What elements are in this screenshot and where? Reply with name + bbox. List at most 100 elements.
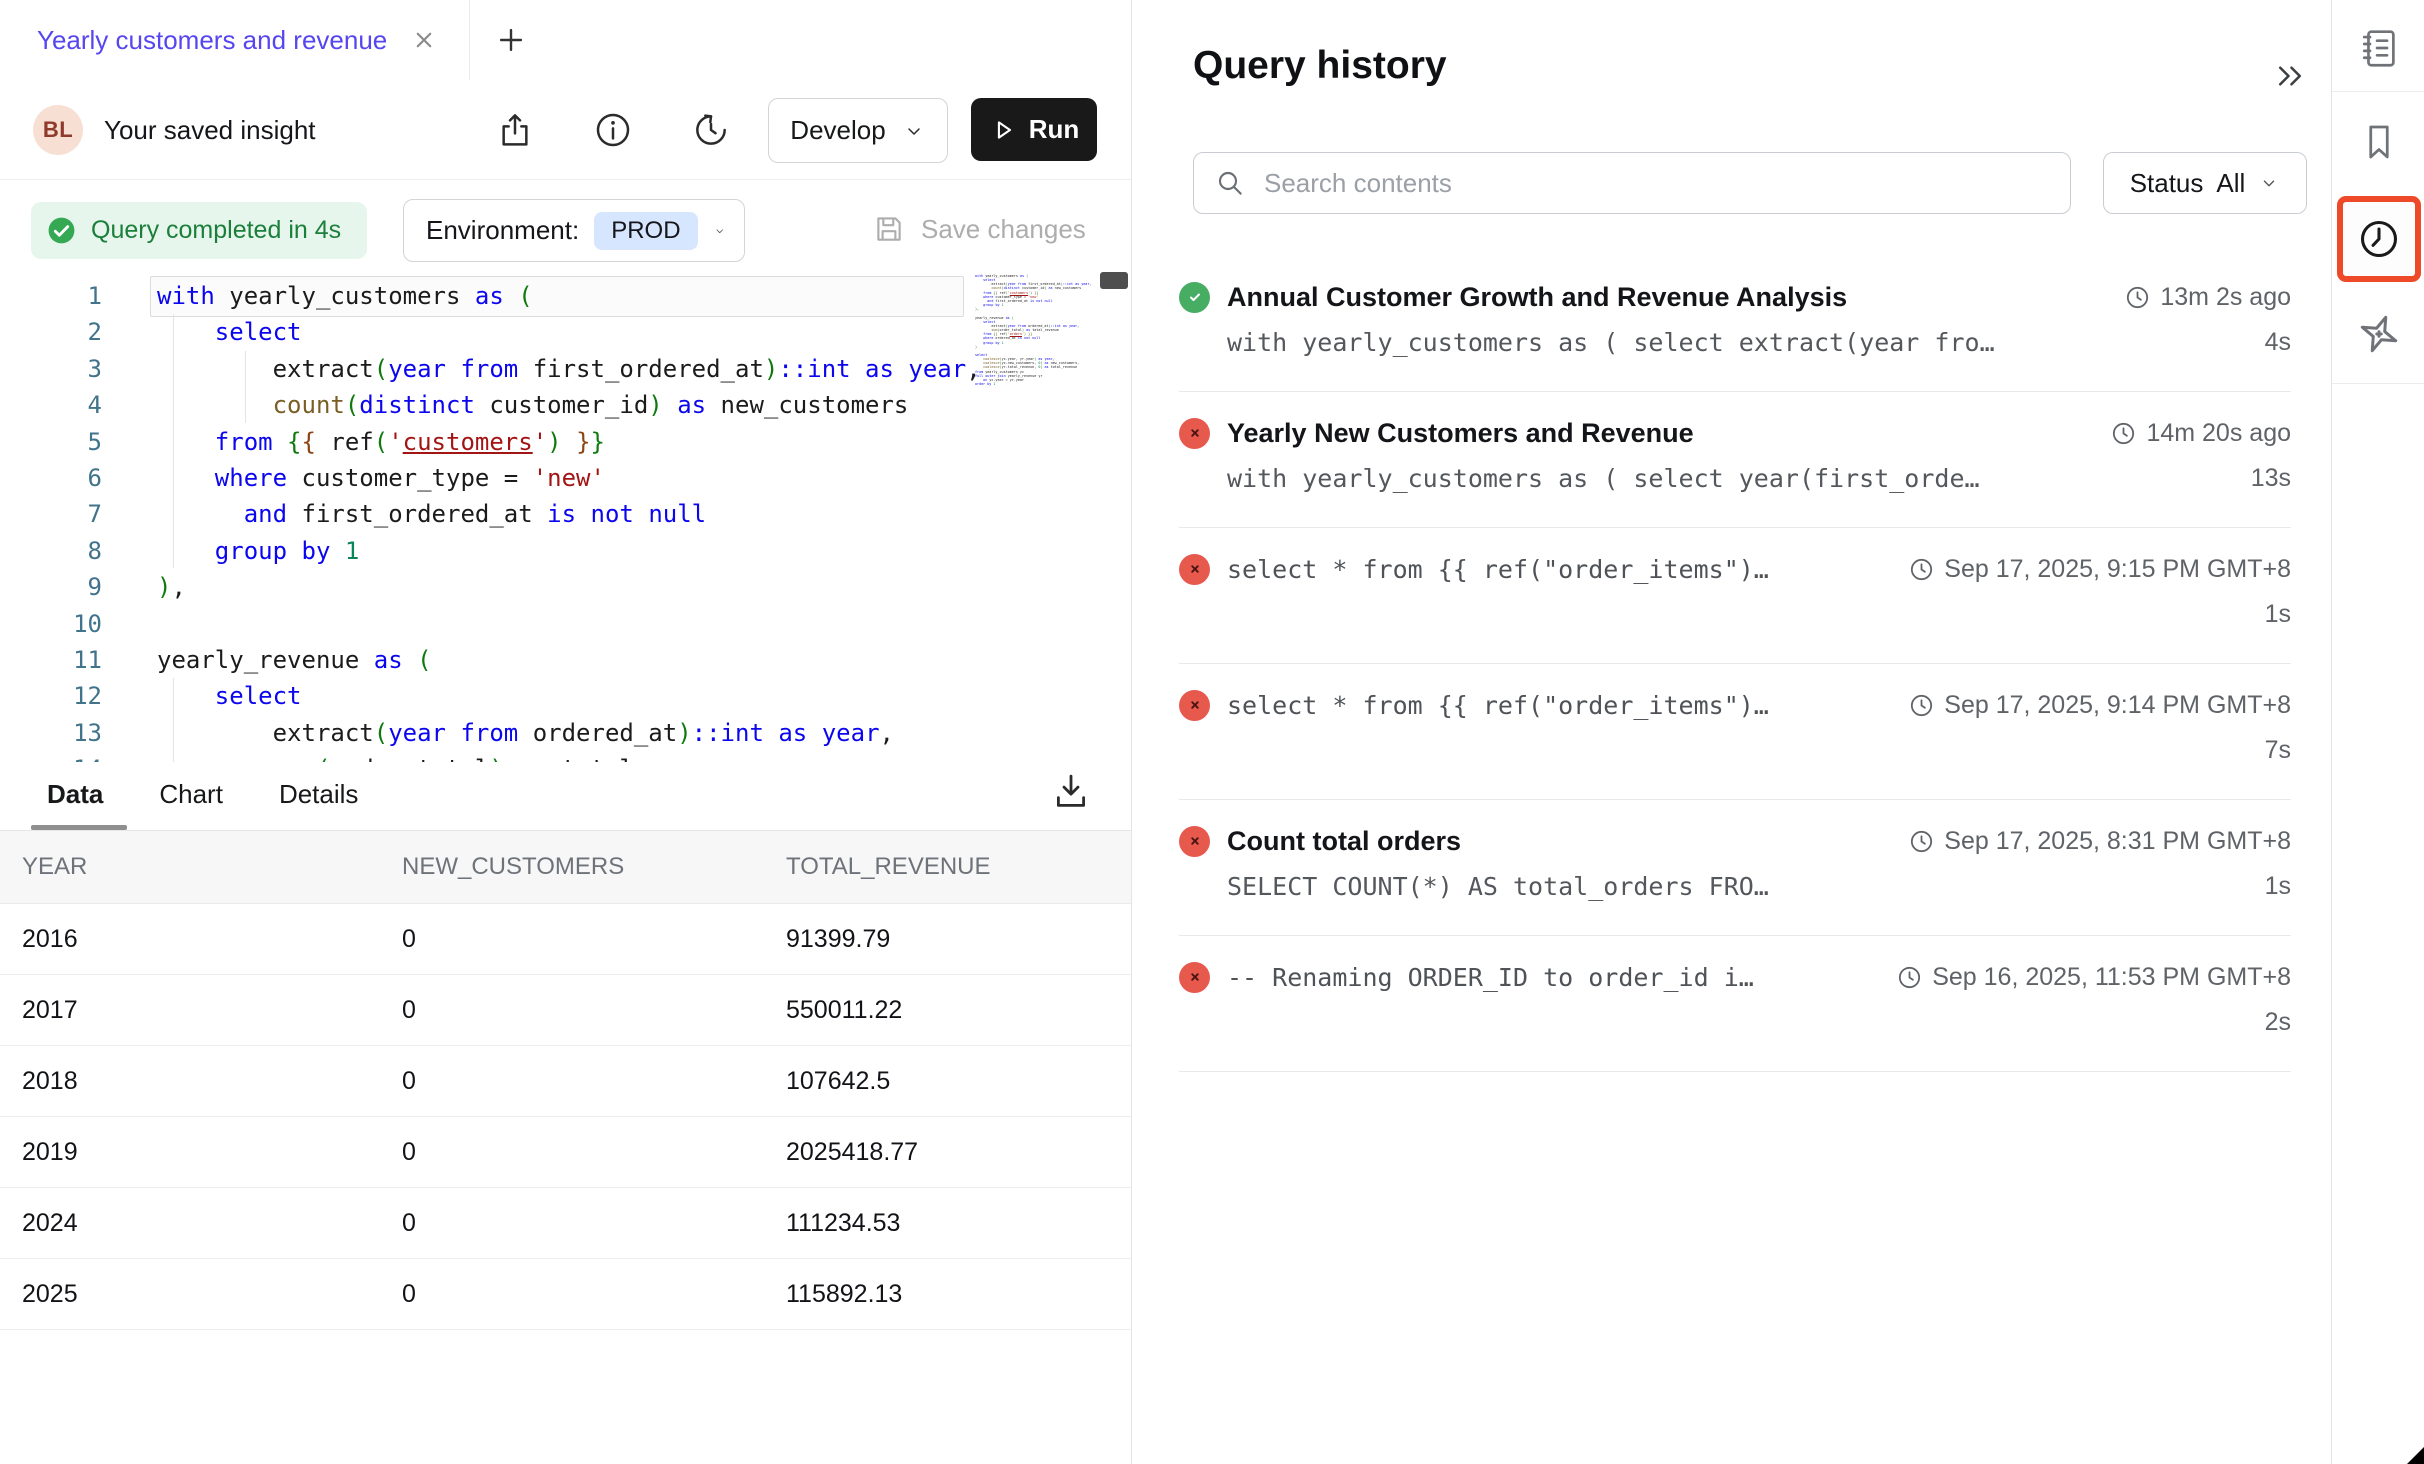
status-filter-button[interactable]: Status All [2103, 152, 2307, 214]
query-history-item[interactable]: Annual Customer Growth and Revenue Analy… [1179, 256, 2291, 392]
history-clock-icon [2356, 216, 2402, 262]
line-number: 6 [30, 460, 102, 496]
rail-divider [2332, 91, 2424, 92]
search-input[interactable] [1262, 153, 2056, 213]
tab-bar: Yearly customers and revenue [0, 0, 1131, 82]
code-line: and first_ordered_at is not null [157, 496, 981, 532]
chevron-down-icon [713, 219, 726, 243]
table-cell: 2017 [22, 996, 402, 1025]
query-title: select * from {{ ref("order_items")… [1227, 555, 1769, 584]
query-history-item[interactable]: select * from {{ ref("order_items")…Sep … [1179, 528, 2291, 664]
insight-header: BL Your saved insight Develop Run [0, 81, 1131, 180]
clock-icon [2110, 420, 2137, 447]
error-status-icon [1179, 826, 1210, 857]
editor-scrollbar[interactable] [1100, 272, 1128, 289]
table-row[interactable]: 20170550011.22 [0, 975, 1131, 1046]
tab-title: Yearly customers and revenue [37, 25, 387, 56]
query-history-list: Annual Customer Growth and Revenue Analy… [1179, 256, 2291, 1072]
line-number: 7 [30, 496, 102, 532]
clock-icon [1896, 964, 1923, 991]
line-number: 2 [30, 314, 102, 350]
line-number: 5 [30, 424, 102, 460]
clock-icon [1908, 556, 1935, 583]
editor-code[interactable]: with yearly_customers as ( select extrac… [157, 278, 981, 762]
status-filter-value: All [2216, 168, 2245, 199]
clock-icon [2124, 284, 2151, 311]
line-number: 9 [30, 569, 102, 605]
environment-value-pill: PROD [594, 212, 697, 250]
code-line: where customer_type = 'new' [157, 460, 981, 496]
info-button[interactable] [590, 107, 636, 153]
close-tab-icon[interactable] [409, 25, 439, 55]
table-row[interactable]: 2016091399.79 [0, 904, 1131, 975]
line-number: 11 [30, 642, 102, 678]
code-line: select [157, 678, 981, 714]
minimap[interactable]: with yearly_customers as ( select extrac… [975, 274, 1097, 386]
save-icon [872, 212, 906, 246]
query-timestamp: Sep 17, 2025, 9:14 PM GMT+8 [1888, 691, 2291, 720]
query-history-item[interactable]: select * from {{ ref("order_items")…Sep … [1179, 664, 2291, 800]
table-cell: 2016 [22, 925, 402, 954]
run-label: Run [1029, 114, 1080, 145]
rail-button-query-history[interactable] [2337, 196, 2421, 282]
table-cell: 2025418.77 [786, 1138, 1131, 1167]
share-button[interactable] [492, 107, 538, 153]
download-button[interactable] [1050, 770, 1096, 816]
table-row[interactable]: 20180107642.5 [0, 1046, 1131, 1117]
resize-corner [2407, 1447, 2424, 1464]
query-history-item[interactable]: Yearly New Customers and Revenue14m 20s … [1179, 392, 2291, 528]
collapse-panel-icon[interactable] [2272, 58, 2312, 98]
table-cell: 0 [402, 1209, 786, 1238]
success-status-icon [1179, 282, 1210, 313]
avatar[interactable]: BL [33, 105, 83, 155]
bookmark-icon [2357, 120, 2401, 164]
chevron-down-icon [2258, 172, 2280, 194]
sql-editor[interactable]: 1234567891011121314151617181920212223242… [0, 270, 1131, 762]
table-cell: 0 [402, 1067, 786, 1096]
code-line: extract(year from ordered_at)::int as ye… [157, 715, 981, 751]
new-tab-button[interactable] [494, 23, 528, 57]
environment-selector[interactable]: Environment: PROD [403, 199, 745, 262]
editor-gutter: 1234567891011121314151617181920212223242… [30, 278, 102, 762]
run-button[interactable]: Run [971, 98, 1097, 161]
query-timestamp: 13m 2s ago [2104, 283, 2291, 312]
query-history-item[interactable]: -- Renaming ORDER_ID to order_id i…Sep 1… [1179, 936, 2291, 1072]
table-row[interactable]: 201902025418.77 [0, 1117, 1131, 1188]
develop-button[interactable]: Develop [768, 98, 948, 163]
rail-button-bookmarks[interactable] [2355, 118, 2403, 166]
column-header-total-revenue: TOTAL_REVENUE [786, 853, 1131, 881]
tab-details[interactable]: Details [279, 779, 358, 810]
clock-icon [1908, 828, 1935, 855]
compass-star-icon [2355, 310, 2403, 358]
table-cell: 107642.5 [786, 1067, 1131, 1096]
side-rail [2331, 0, 2424, 1464]
insight-title: Your saved insight [104, 115, 316, 146]
tab-yearly-customers[interactable]: Yearly customers and revenue [37, 0, 439, 80]
table-cell: 550011.22 [786, 996, 1131, 1025]
search-box [1193, 152, 2071, 214]
table-cell: 115892.13 [786, 1280, 1131, 1309]
table-row[interactable]: 20250115892.13 [0, 1259, 1131, 1330]
save-changes-button[interactable]: Save changes [872, 212, 1086, 246]
environment-label: Environment: [426, 215, 579, 246]
search-icon [1214, 167, 1246, 199]
query-snippet: with yearly_customers as ( select extrac… [1227, 328, 1995, 357]
table-body: 2016091399.7920170550011.2220180107642.5… [0, 904, 1131, 1330]
table-cell: 91399.79 [786, 925, 1131, 954]
version-history-button[interactable] [688, 107, 734, 153]
rail-button-notes[interactable] [2355, 24, 2403, 72]
tab-data[interactable]: Data [47, 779, 103, 810]
code-line [157, 606, 981, 642]
code-line: group by 1 [157, 533, 981, 569]
table-row[interactable]: 20240111234.53 [0, 1188, 1131, 1259]
error-status-icon [1179, 418, 1210, 449]
query-snippet: with yearly_customers as ( select year(f… [1227, 464, 1980, 493]
table-cell: 2025 [22, 1280, 402, 1309]
query-duration: 4s [2265, 328, 2291, 357]
app-window: Yearly customers and revenue BL Your sav… [0, 0, 2424, 1464]
rail-button-explore[interactable] [2355, 310, 2403, 358]
code-line: with yearly_customers as ( [157, 278, 981, 314]
query-history-item[interactable]: Count total ordersSep 17, 2025, 8:31 PM … [1179, 800, 2291, 936]
tab-chart[interactable]: Chart [159, 779, 223, 810]
error-status-icon [1179, 690, 1210, 721]
